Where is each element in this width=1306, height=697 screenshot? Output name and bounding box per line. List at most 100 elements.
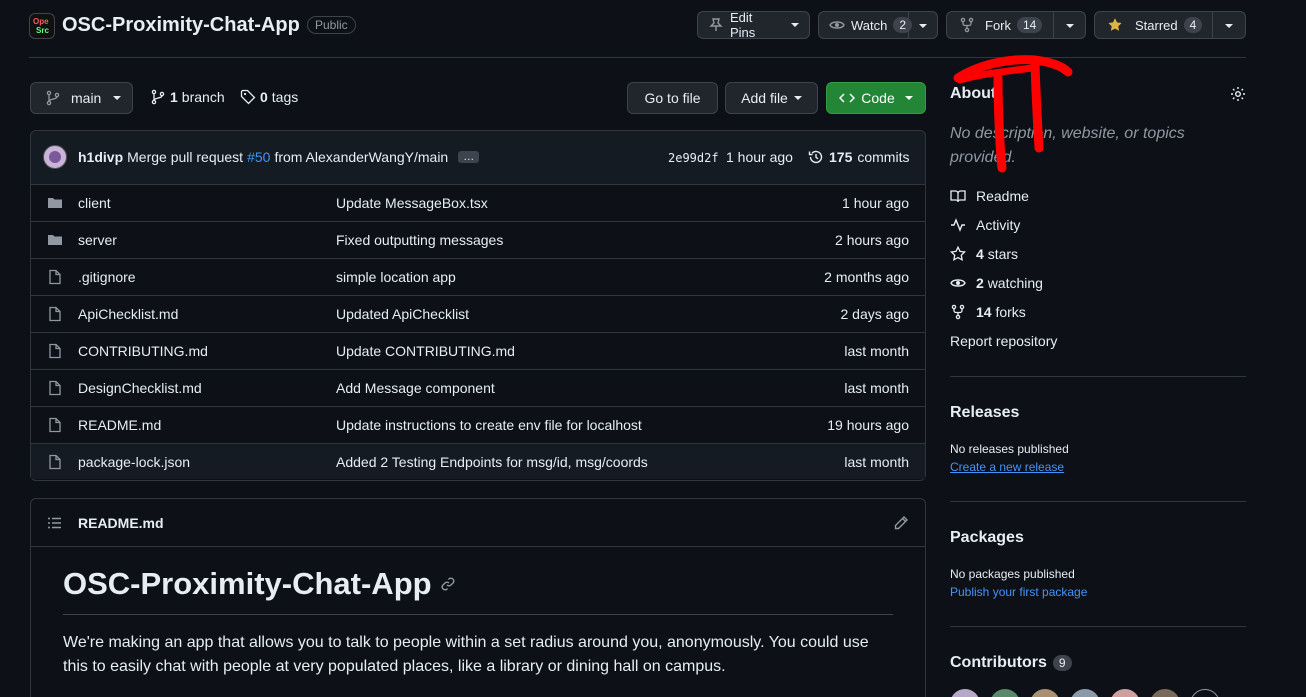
branch-select[interactable]: main	[30, 82, 133, 114]
table-row[interactable]: client Update MessageBox.tsx 1 hour ago	[31, 184, 925, 221]
watch-count: 2	[893, 17, 913, 33]
stars-link[interactable]: 4 stars	[950, 246, 1018, 262]
sidebar-divider	[950, 501, 1246, 502]
chevron-down-icon[interactable]	[1066, 24, 1074, 28]
branch-name: main	[71, 90, 102, 106]
readme-label: Readme	[976, 188, 1029, 204]
create-release-link[interactable]: Create a new release	[950, 460, 1064, 474]
forks-link[interactable]: 14 forks	[950, 304, 1026, 320]
file-name[interactable]: client	[78, 195, 111, 211]
file-name[interactable]: .gitignore	[78, 269, 136, 285]
folder-icon	[47, 195, 63, 211]
book-icon	[950, 188, 966, 204]
chevron-down-icon	[904, 96, 913, 100]
go-to-file-button[interactable]: Go to file	[627, 82, 718, 114]
file-icon	[47, 269, 63, 285]
file-name[interactable]: package-lock.json	[78, 454, 190, 470]
no-packages-text: No packages published	[950, 567, 1075, 581]
pull-request-link[interactable]: #50	[247, 149, 270, 165]
commit-author[interactable]: h1divp	[78, 149, 123, 165]
star-count: 4	[1183, 17, 1203, 33]
commit-age: last month	[844, 380, 909, 396]
commits-link[interactable]: 175 commits	[808, 149, 909, 165]
gear-icon[interactable]	[1230, 86, 1246, 102]
code-label: Code	[861, 90, 895, 106]
add-file-button[interactable]: Add file	[725, 82, 818, 114]
contributor-avatar[interactable]	[1110, 689, 1140, 697]
history-icon	[808, 149, 824, 165]
readme-body: We're making an app that allows you to t…	[63, 634, 869, 675]
fork-button[interactable]: Fork 14	[946, 11, 1086, 39]
commit-message[interactable]: Update MessageBox.tsx	[336, 195, 488, 211]
commit-message[interactable]: Update CONTRIBUTING.md	[336, 343, 515, 359]
table-row[interactable]: DesignChecklist.md Add Message component l…	[31, 369, 925, 406]
repo-name[interactable]: OSC-Proximity-Chat-App	[62, 14, 300, 37]
contributor-avatar[interactable]	[1030, 689, 1060, 697]
go-to-file-label: Go to file	[644, 90, 701, 106]
contributor-avatar[interactable]	[950, 689, 980, 697]
packages-heading[interactable]: Packages	[950, 529, 1024, 547]
contributor-avatar[interactable]	[1190, 689, 1220, 697]
edit-pins-button[interactable]: Edit Pins	[697, 10, 810, 40]
file-name[interactable]: CONTRIBUTING.md	[78, 343, 208, 359]
commit-count: 175	[829, 149, 853, 165]
watching-link[interactable]: 2 watching	[950, 275, 1043, 291]
releases-heading[interactable]: Releases	[950, 404, 1019, 422]
readme-title: OSC-Proximity-Chat-App	[63, 566, 456, 602]
contributor-avatar[interactable]	[1070, 689, 1100, 697]
branch-label: branch	[181, 89, 225, 105]
readme-filename[interactable]: README.md	[78, 515, 164, 531]
chevron-down-icon[interactable]	[919, 24, 927, 28]
commit-message[interactable]: Added 2 Testing Endpoints for msg/id, ms…	[336, 454, 648, 470]
repo-avatar[interactable]: Ope Src	[29, 13, 55, 39]
commit-expand-button[interactable]: …	[458, 151, 480, 163]
fork-icon	[950, 304, 966, 320]
branches-link[interactable]: 1 branch	[150, 89, 225, 105]
commit-age: last month	[844, 453, 909, 470]
file-icon	[47, 343, 63, 359]
watch-button[interactable]: Watch 2	[818, 11, 938, 39]
chevron-down-icon[interactable]	[1225, 24, 1233, 28]
contributors-header[interactable]: Contributors 9	[950, 654, 1072, 672]
file-name[interactable]: server	[78, 232, 117, 248]
readme-link[interactable]: Readme	[950, 188, 1029, 204]
contributor-avatar[interactable]	[1150, 689, 1180, 697]
table-row[interactable]: CONTRIBUTING.md Update CONTRIBUTING.md las…	[31, 332, 925, 369]
anchor-link-icon[interactable]	[440, 576, 456, 592]
chevron-down-icon	[113, 96, 122, 100]
table-row[interactable]: ApiChecklist.md Updated ApiChecklist 2 day…	[31, 295, 925, 332]
commit-message-prefix[interactable]: Merge pull request	[127, 149, 243, 165]
activity-link[interactable]: Activity	[950, 217, 1020, 233]
chevron-down-icon	[791, 23, 799, 27]
table-row[interactable]: package-lock.json Added 2 Testing Endpoin…	[31, 443, 925, 479]
commit-message[interactable]: Updated ApiChecklist	[336, 306, 469, 322]
pin-icon	[708, 17, 724, 33]
tag-count: 0	[260, 89, 268, 105]
commit-message-suffix[interactable]: from AlexanderWangY/main	[274, 149, 448, 165]
table-row[interactable]: README.md Update instructions to create e…	[31, 406, 925, 443]
tags-link[interactable]: 0 tags	[240, 89, 298, 105]
file-name[interactable]: DesignChecklist.md	[78, 380, 202, 396]
file-name[interactable]: README.md	[78, 417, 161, 433]
commit-message[interactable]: simple location app	[336, 269, 456, 285]
file-name[interactable]: ApiChecklist.md	[78, 306, 178, 322]
commit-message[interactable]: Fixed outputting messages	[336, 232, 503, 248]
author-avatar[interactable]	[43, 145, 67, 169]
table-row[interactable]: .gitignore simple location app 2 months ag…	[31, 258, 925, 295]
table-row[interactable]: server Fixed outputting messages 2 hours a…	[31, 221, 925, 258]
commit-sha[interactable]: 2e99d2f	[668, 151, 719, 165]
code-button[interactable]: Code	[826, 82, 926, 114]
contributor-avatar[interactable]	[990, 689, 1020, 697]
watching-count: 2	[976, 275, 984, 291]
file-icon	[47, 380, 63, 396]
forks-label: forks	[995, 304, 1026, 320]
report-repository-link[interactable]: Report repository	[950, 333, 1057, 349]
watch-label: Watch	[851, 17, 888, 33]
outline-icon[interactable]	[47, 515, 63, 531]
commit-message[interactable]: Update instructions to create env file f…	[336, 417, 642, 433]
commit-message[interactable]: Add Message component	[336, 380, 495, 396]
pencil-icon[interactable]	[893, 515, 909, 531]
eye-icon	[950, 275, 966, 291]
starred-button[interactable]: Starred 4	[1094, 11, 1246, 39]
publish-package-link[interactable]: Publish your first package	[950, 585, 1087, 599]
